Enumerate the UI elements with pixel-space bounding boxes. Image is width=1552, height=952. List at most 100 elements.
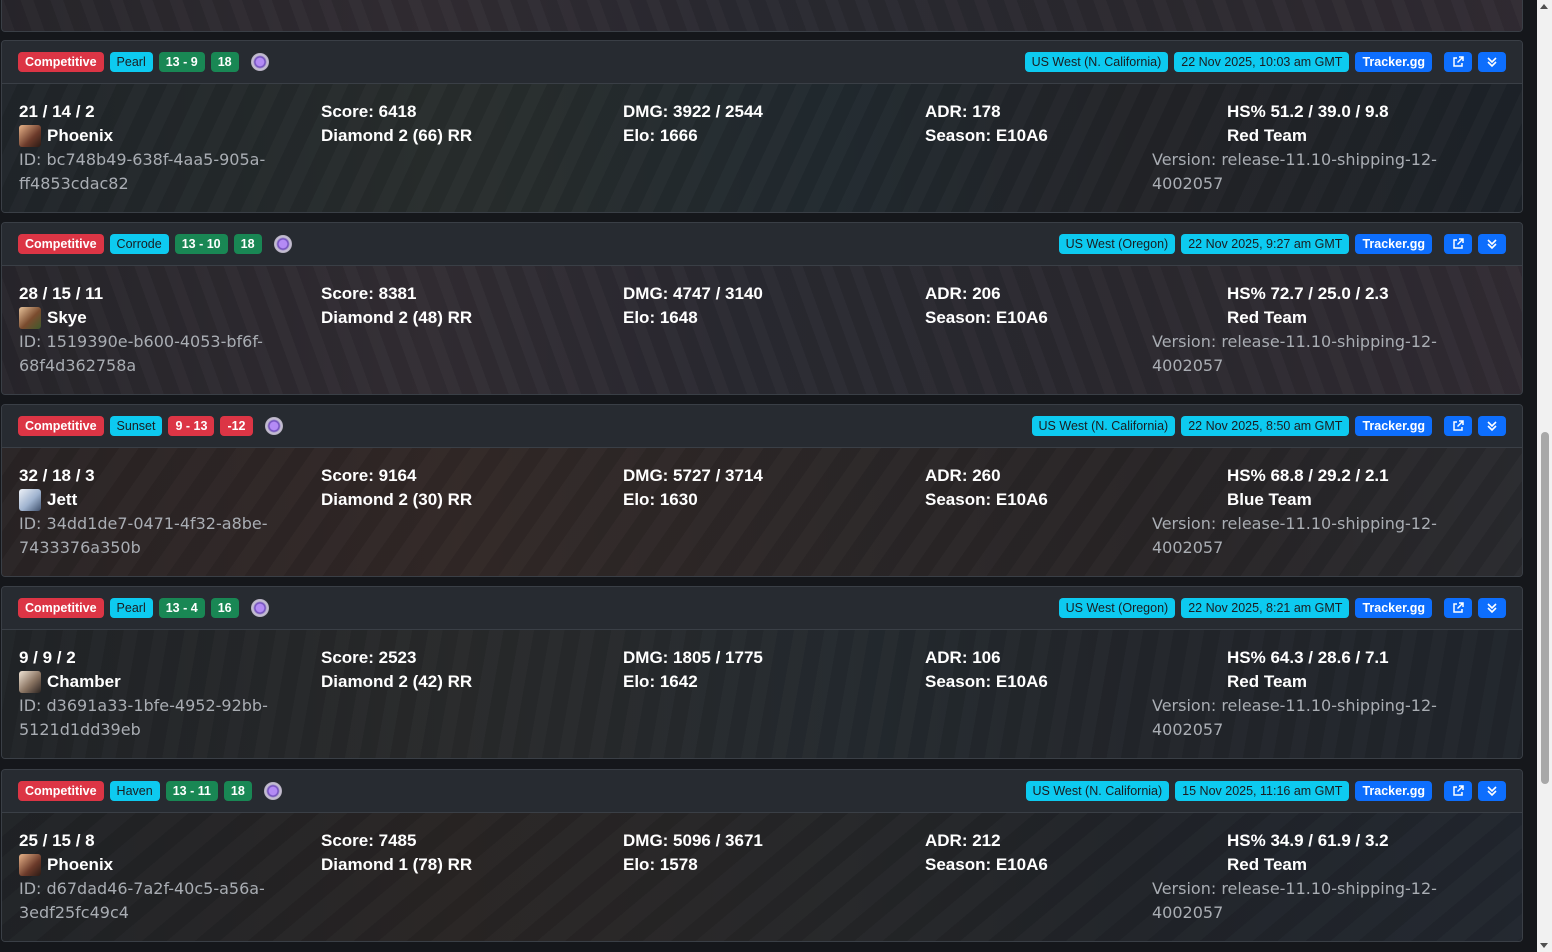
map-badge: Pearl <box>109 52 153 72</box>
region-badge: US West (N. California) <box>1031 416 1176 436</box>
match-card: Competitive Corrode 13 - 10 18 US West (… <box>1 222 1523 395</box>
datetime-badge: 22 Nov 2025, 8:50 am GMT <box>1181 416 1350 436</box>
version: Version: release-11.10-shipping-12- 40020… <box>1152 332 1437 375</box>
external-link-button[interactable] <box>1444 234 1472 254</box>
kda: 28 / 15 / 11 <box>19 284 104 303</box>
agent-name: Jett <box>47 490 78 509</box>
elo: Elo: 1648 <box>623 308 698 327</box>
elo: Elo: 1578 <box>623 855 698 874</box>
rr-change-badge: 18 <box>223 781 252 801</box>
chevron-double-down-icon <box>1487 786 1497 797</box>
region-badge: US West (Oregon) <box>1058 234 1176 254</box>
mode-badge: Competitive <box>18 598 104 618</box>
map-badge: Sunset <box>109 416 163 436</box>
headshot-pct: HS% 34.9 / 61.9 / 3.2 <box>1227 831 1389 850</box>
season: Season: E10A6 <box>925 308 1048 327</box>
map-badge: Pearl <box>109 598 153 618</box>
mode-badge: Competitive <box>18 234 104 254</box>
rank: Diamond 1 (78) RR <box>321 855 473 874</box>
match-score: Score: 8381 <box>321 284 417 303</box>
datetime-badge: 22 Nov 2025, 10:03 am GMT <box>1174 52 1350 72</box>
version: Version: release-11.10-shipping-12- 40020… <box>1152 514 1437 557</box>
tracker-link[interactable]: Tracker.gg <box>1355 234 1432 254</box>
expand-button[interactable] <box>1478 52 1506 72</box>
headshot-pct: HS% 68.8 / 29.2 / 2.1 <box>1227 466 1389 485</box>
tracker-link[interactable]: Tracker.gg <box>1355 416 1432 436</box>
adr: ADR: 178 <box>925 102 1001 121</box>
score-badge: 9 - 13 <box>168 416 215 436</box>
external-link-icon <box>1453 785 1464 796</box>
score-badge: 13 - 10 <box>174 234 228 254</box>
datetime-badge: 22 Nov 2025, 8:21 am GMT <box>1181 598 1350 618</box>
external-link-icon <box>1453 56 1464 67</box>
rr-change-badge: 18 <box>210 52 239 72</box>
match-card-body: 25 / 15 / 8 Phoenix ID: d67dad46-7a2f-40… <box>2 813 1522 941</box>
region-badge: US West (Oregon) <box>1058 598 1176 618</box>
match-card: Competitive Haven 13 - 11 18 US West (N.… <box>1 769 1523 942</box>
damage: DMG: 4747 / 3140 <box>623 284 763 303</box>
expand-button[interactable] <box>1478 234 1506 254</box>
external-link-button[interactable] <box>1444 598 1472 618</box>
scroll-down-arrow-icon[interactable] <box>1540 943 1548 948</box>
expand-button[interactable] <box>1478 781 1506 801</box>
tracker-link[interactable]: Tracker.gg <box>1355 781 1432 801</box>
rank-icon <box>250 599 269 617</box>
adr: ADR: 206 <box>925 284 1001 303</box>
version: Version: release-11.10-shipping-12- 40020… <box>1152 696 1437 739</box>
expand-button[interactable] <box>1478 598 1506 618</box>
chevron-double-down-icon <box>1487 421 1497 432</box>
match-card-header: Competitive Sunset 9 - 13 -12 US West (N… <box>2 405 1522 448</box>
rank-icon <box>273 235 292 253</box>
agent-name: Phoenix <box>47 855 114 874</box>
damage: DMG: 5727 / 3714 <box>623 466 763 485</box>
team: Blue Team <box>1227 490 1312 509</box>
kda: 25 / 15 / 8 <box>19 831 95 850</box>
rr-change-badge: 16 <box>210 598 239 618</box>
match-score: Score: 2523 <box>321 648 417 667</box>
vertical-scrollbar[interactable] <box>1537 0 1552 952</box>
external-link-icon <box>1453 238 1464 249</box>
mode-badge: Competitive <box>18 416 104 436</box>
tracker-link[interactable]: Tracker.gg <box>1355 52 1432 72</box>
damage: DMG: 5096 / 3671 <box>623 831 763 850</box>
external-link-button[interactable] <box>1444 781 1472 801</box>
agent-name: Phoenix <box>47 126 114 145</box>
map-badge: Corrode <box>109 234 169 254</box>
match-card-header: Competitive Corrode 13 - 10 18 US West (… <box>2 223 1522 266</box>
phoenix-agent-icon <box>19 854 41 876</box>
headshot-pct: HS% 51.2 / 39.0 / 9.8 <box>1227 102 1389 121</box>
rank-icon <box>263 782 282 800</box>
elo: Elo: 1642 <box>623 672 698 691</box>
adr: ADR: 212 <box>925 831 1001 850</box>
match-card-header: Competitive Pearl 13 - 9 18 US West (N. … <box>2 41 1522 84</box>
external-link-button[interactable] <box>1444 416 1472 436</box>
rank: Diamond 2 (30) RR <box>321 490 473 509</box>
agent-name: Chamber <box>47 672 121 691</box>
match-card-body: 28 / 15 / 11 Skye ID: 1519390e-b600-4053… <box>2 266 1522 394</box>
version-tail: 4002057 <box>1152 0 1452 7</box>
score-badge: 13 - 11 <box>165 781 218 801</box>
season: Season: E10A6 <box>925 490 1048 509</box>
kda: 21 / 14 / 2 <box>19 102 95 121</box>
elo: Elo: 1666 <box>623 126 698 145</box>
kda: 9 / 9 / 2 <box>19 648 76 667</box>
chevron-double-down-icon <box>1487 239 1497 250</box>
external-link-button[interactable] <box>1444 52 1472 72</box>
kda: 32 / 18 / 3 <box>19 466 95 485</box>
match-card-header: Competitive Pearl 13 - 4 16 US West (Ore… <box>2 587 1522 630</box>
scroll-up-arrow-icon[interactable] <box>1540 4 1548 9</box>
damage: DMG: 1805 / 1775 <box>623 648 763 667</box>
team: Red Team <box>1227 126 1307 145</box>
expand-button[interactable] <box>1478 416 1506 436</box>
rank-icon <box>264 417 283 435</box>
datetime-badge: 22 Nov 2025, 9:27 am GMT <box>1181 234 1350 254</box>
adr: ADR: 106 <box>925 648 1001 667</box>
tracker-link[interactable]: Tracker.gg <box>1355 598 1432 618</box>
season: Season: E10A6 <box>925 855 1048 874</box>
region-badge: US West (N. California) <box>1024 52 1169 72</box>
jett-agent-icon <box>19 489 41 511</box>
elo: Elo: 1630 <box>623 490 698 509</box>
season: Season: E10A6 <box>925 672 1048 691</box>
scrollbar-thumb[interactable] <box>1541 432 1549 784</box>
score-badge: 13 - 9 <box>158 52 205 72</box>
